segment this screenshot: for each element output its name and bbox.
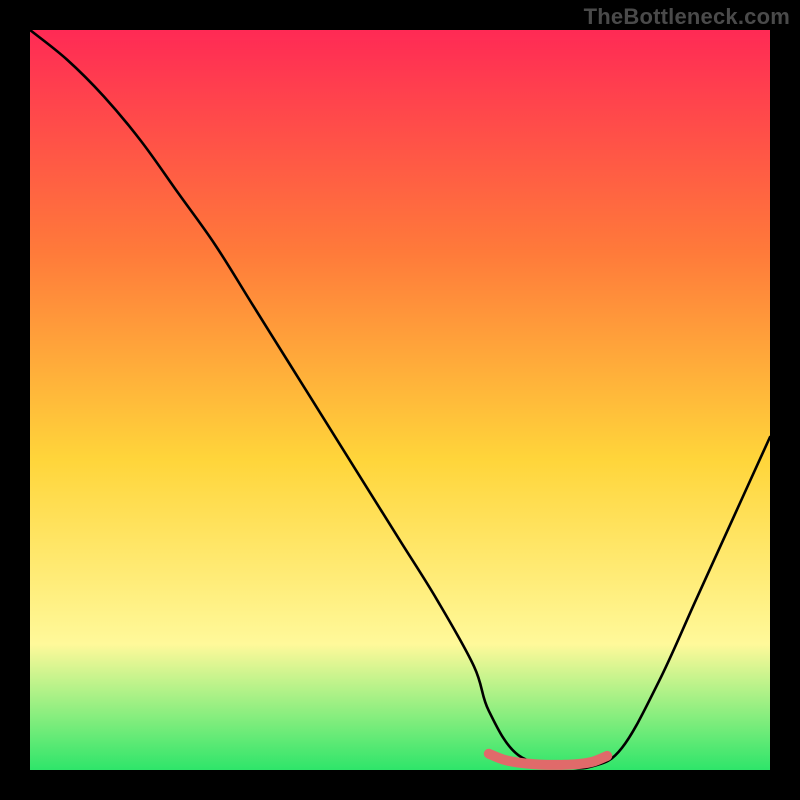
watermark-text: TheBottleneck.com xyxy=(584,4,790,30)
bottleneck-chart xyxy=(30,30,770,770)
plot-area xyxy=(30,30,770,770)
chart-frame: TheBottleneck.com xyxy=(0,0,800,800)
